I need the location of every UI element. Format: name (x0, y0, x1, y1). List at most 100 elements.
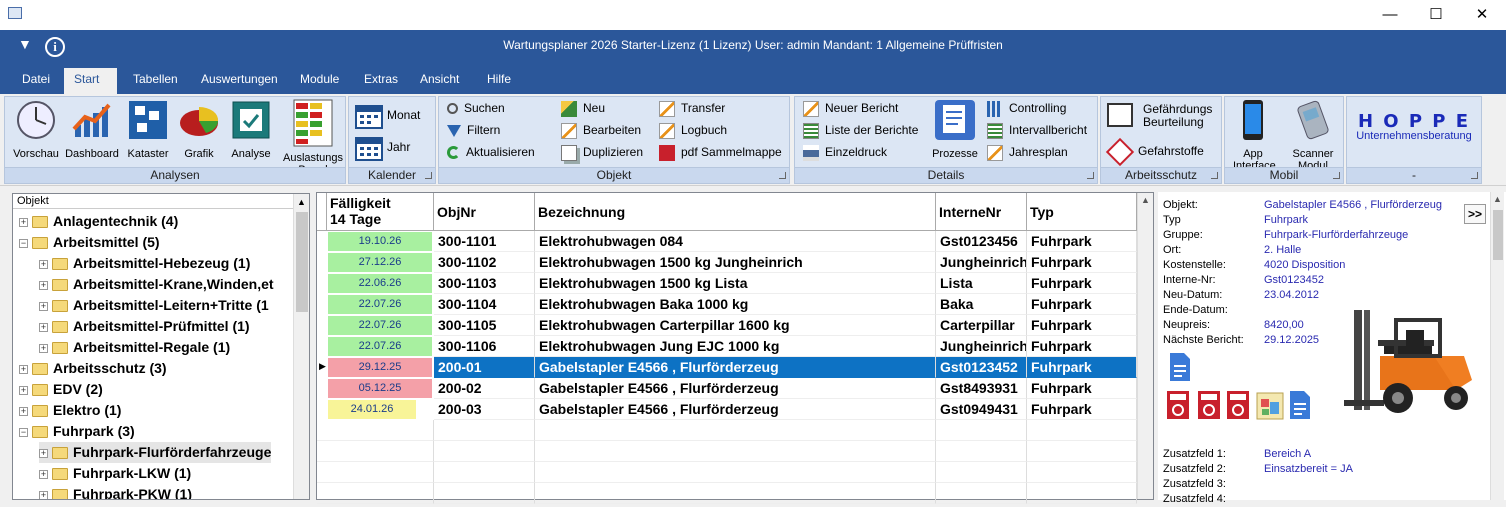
tree-node[interactable]: + Arbeitsmittel-Prüfmittel (1) (39, 316, 250, 337)
duplizieren-button[interactable]: Duplizieren (561, 143, 643, 163)
due-date-cell[interactable]: 19.10.26 (328, 232, 432, 251)
collapse-icon[interactable]: − (19, 238, 28, 248)
cell-objnr[interactable]: 200-02 (434, 378, 535, 399)
tab-tabellen[interactable]: Tabellen (123, 68, 188, 94)
col-header-objnr[interactable]: ObjNr (434, 193, 535, 231)
due-date-cell[interactable]: 22.06.26 (328, 274, 432, 293)
cell-typ[interactable]: Fuhrpark (1027, 378, 1137, 399)
due-date-cell[interactable]: 27.12.26 (328, 253, 432, 272)
app-interface-button[interactable]: App Interface (1227, 99, 1279, 172)
object-grid[interactable]: Fälligkeit 14 Tage ObjNr Bezeichnung Int… (316, 192, 1154, 504)
tree-node[interactable]: + Anlagentechnik (4) (19, 211, 178, 232)
tree-node[interactable]: + Arbeitsmittel-Hebezeug (1) (39, 253, 250, 274)
grafik-button[interactable]: Grafik (175, 99, 223, 160)
due-date-cell[interactable]: 22.07.26 (328, 337, 432, 356)
bearbeiten-button[interactable]: Bearbeiten (561, 121, 641, 141)
cell-typ[interactable]: Fuhrpark (1027, 357, 1137, 378)
monat-button[interactable]: Monat (355, 103, 420, 129)
cell-bez[interactable]: Elektrohubwagen Baka 1000 kg (535, 294, 936, 315)
cell-bez[interactable]: Gabelstapler E4566 , Flurförderzeug (535, 378, 936, 399)
collapse-icon[interactable]: − (19, 427, 28, 437)
due-date-cell[interactable]: 22.07.26 (328, 295, 432, 314)
due-date-cell[interactable]: 29.12.25 (328, 358, 432, 377)
cell-typ[interactable]: Fuhrpark (1027, 252, 1137, 273)
tree-node[interactable]: + Fuhrpark-Flurförderfahrzeuge (39, 442, 272, 463)
expand-icon[interactable]: + (39, 343, 48, 353)
col-header-bezeichnung[interactable]: Bezeichnung (535, 193, 936, 231)
vorschau-button[interactable]: Vorschau (8, 99, 64, 160)
cell-objnr[interactable]: 300-1101 (434, 231, 535, 252)
expand-icon[interactable]: + (39, 469, 48, 479)
controlling-button[interactable]: Controlling (987, 99, 1066, 119)
kataster-button[interactable]: Kataster (123, 99, 173, 160)
expand-icon[interactable]: + (39, 490, 48, 499)
cell-typ[interactable]: Fuhrpark (1027, 231, 1137, 252)
grid-scroll-up-icon[interactable]: ▲ (1141, 195, 1150, 205)
cell-bez[interactable]: Elektrohubwagen 1500 kg Lista (535, 273, 936, 294)
cell-bez[interactable]: Elektrohubwagen Jung EJC 1000 kg (535, 336, 936, 357)
einzeldruck-button[interactable]: Einzeldruck (803, 143, 887, 163)
cell-objnr[interactable]: 300-1104 (434, 294, 535, 315)
logbuch-button[interactable]: Logbuch (659, 121, 727, 141)
minimize-button[interactable]: — (1367, 3, 1413, 27)
cell-typ[interactable]: Fuhrpark (1027, 315, 1137, 336)
cell-bez[interactable]: Gabelstapler E4566 , Flurförderzeug (535, 399, 936, 420)
intervallbericht-button[interactable]: Intervallbericht (987, 121, 1087, 141)
tree-node[interactable]: + Arbeitsmittel-Regale (1) (39, 337, 230, 358)
analyse-button[interactable]: Analyse (227, 99, 275, 160)
expand-icon[interactable]: + (19, 217, 28, 227)
cell-typ[interactable]: Fuhrpark (1027, 273, 1137, 294)
tab-datei[interactable]: Datei (12, 68, 60, 94)
neu-button[interactable]: Neu (561, 99, 605, 119)
cell-bez[interactable]: Elektrohubwagen 084 (535, 231, 936, 252)
col-header-faelligkeit[interactable]: Fälligkeit 14 Tage (327, 193, 434, 231)
document-icon[interactable] (1168, 352, 1192, 382)
due-date-cell[interactable]: 05.12.25 (328, 379, 432, 398)
cell-intern[interactable]: Jungheinrich (936, 336, 1027, 357)
cell-intern[interactable]: Jungheinrich (936, 252, 1027, 273)
image-file-icon[interactable] (1256, 390, 1284, 420)
cell-objnr[interactable]: 300-1106 (434, 336, 535, 357)
cell-typ[interactable]: Fuhrpark (1027, 294, 1137, 315)
detail-scroll-thumb[interactable] (1493, 210, 1503, 260)
expand-button[interactable]: >> (1464, 204, 1486, 224)
expand-icon[interactable]: + (39, 322, 48, 332)
cell-bez[interactable]: Gabelstapler E4566 , Flurförderzeug (535, 357, 936, 378)
close-button[interactable]: ✕ (1459, 3, 1505, 27)
detail-scrollbar[interactable]: ▲ (1490, 192, 1504, 500)
cell-objnr[interactable]: 300-1105 (434, 315, 535, 336)
tab-hilfe[interactable]: Hilfe (477, 68, 521, 94)
document-icon-2[interactable] (1288, 390, 1312, 420)
cell-intern[interactable]: Gst0949431 (936, 399, 1027, 420)
col-header-internenr[interactable]: InterneNr (936, 193, 1027, 231)
gefaehrdungsbeurteilung-button[interactable]: Gefährdungs Beurteilung (1107, 103, 1221, 133)
tree-node[interactable]: + Arbeitsschutz (3) (19, 358, 167, 379)
transfer-button[interactable]: Transfer (659, 99, 725, 119)
hoppe-logo[interactable]: H O P P E Unternehmensberatung (1347, 111, 1481, 142)
pdf-file-icon-3[interactable] (1226, 390, 1250, 420)
neuer-bericht-button[interactable]: Neuer Bericht (803, 99, 898, 119)
tree-node[interactable]: + Arbeitsmittel-Leitern+Tritte (1 (39, 295, 269, 316)
due-date-cell[interactable]: 22.07.26 (328, 316, 432, 335)
cell-typ[interactable]: Fuhrpark (1027, 336, 1137, 357)
cell-typ[interactable]: Fuhrpark (1027, 399, 1137, 420)
scroll-up-icon[interactable]: ▲ (297, 197, 306, 207)
object-tree[interactable]: Objekt + Anlagentechnik (4) − Arbeitsmittel… (12, 193, 310, 500)
expand-icon[interactable]: + (39, 259, 48, 269)
due-date-cell[interactable]: 24.01.26 (328, 400, 416, 419)
expand-icon[interactable]: + (39, 448, 48, 458)
cell-intern[interactable]: Lista (936, 273, 1027, 294)
expand-icon[interactable]: + (39, 301, 48, 311)
tab-start[interactable]: Start (64, 68, 117, 94)
pdf-file-icon-2[interactable] (1197, 390, 1221, 420)
prozesse-button[interactable]: Prozesse (929, 99, 981, 160)
cell-intern[interactable]: Gst8493931 (936, 378, 1027, 399)
expand-icon[interactable]: + (19, 385, 28, 395)
expand-icon[interactable]: + (39, 280, 48, 290)
jahresplan-button[interactable]: Jahresplan (987, 143, 1068, 163)
pdf-sammelmappe-button[interactable]: pdf Sammelmappe (659, 143, 782, 163)
tree-node[interactable]: + EDV (2) (19, 379, 103, 400)
tree-node[interactable]: + Fuhrpark-LKW (1) (39, 463, 191, 484)
tree-node[interactable]: + Arbeitsmittel-Krane,Winden,et (39, 274, 274, 295)
liste-der-berichte-button[interactable]: Liste der Berichte (803, 121, 918, 141)
